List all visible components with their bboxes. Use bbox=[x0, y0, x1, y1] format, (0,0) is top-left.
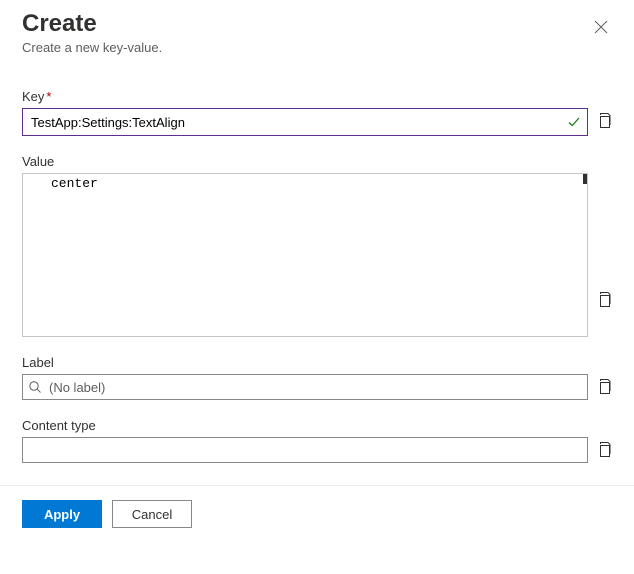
page-title: Create bbox=[22, 10, 162, 38]
cancel-button[interactable]: Cancel bbox=[112, 500, 192, 528]
copy-icon bbox=[596, 441, 612, 457]
page-subtitle: Create a new key-value. bbox=[22, 40, 162, 55]
key-input[interactable] bbox=[22, 108, 588, 136]
label-field-label: Label bbox=[22, 355, 54, 370]
content-type-input[interactable] bbox=[22, 437, 588, 463]
apply-button[interactable]: Apply bbox=[22, 500, 102, 528]
content-type-label: Content type bbox=[22, 418, 96, 433]
copy-label-button[interactable] bbox=[596, 378, 612, 394]
copy-icon bbox=[596, 378, 612, 394]
copy-icon bbox=[596, 112, 612, 128]
label-input[interactable] bbox=[22, 374, 588, 400]
checkmark-icon bbox=[566, 114, 582, 130]
required-indicator: * bbox=[46, 89, 51, 104]
value-label: Value bbox=[22, 154, 54, 169]
close-icon bbox=[594, 20, 608, 34]
scrollbar-thumb[interactable] bbox=[583, 174, 587, 184]
copy-icon bbox=[596, 291, 612, 307]
key-label: Key bbox=[22, 89, 44, 104]
value-input[interactable] bbox=[23, 174, 583, 336]
copy-content-type-button[interactable] bbox=[596, 441, 612, 457]
copy-key-button[interactable] bbox=[596, 112, 612, 128]
search-icon bbox=[28, 380, 42, 394]
close-button[interactable] bbox=[590, 16, 612, 38]
copy-value-button[interactable] bbox=[596, 291, 612, 307]
